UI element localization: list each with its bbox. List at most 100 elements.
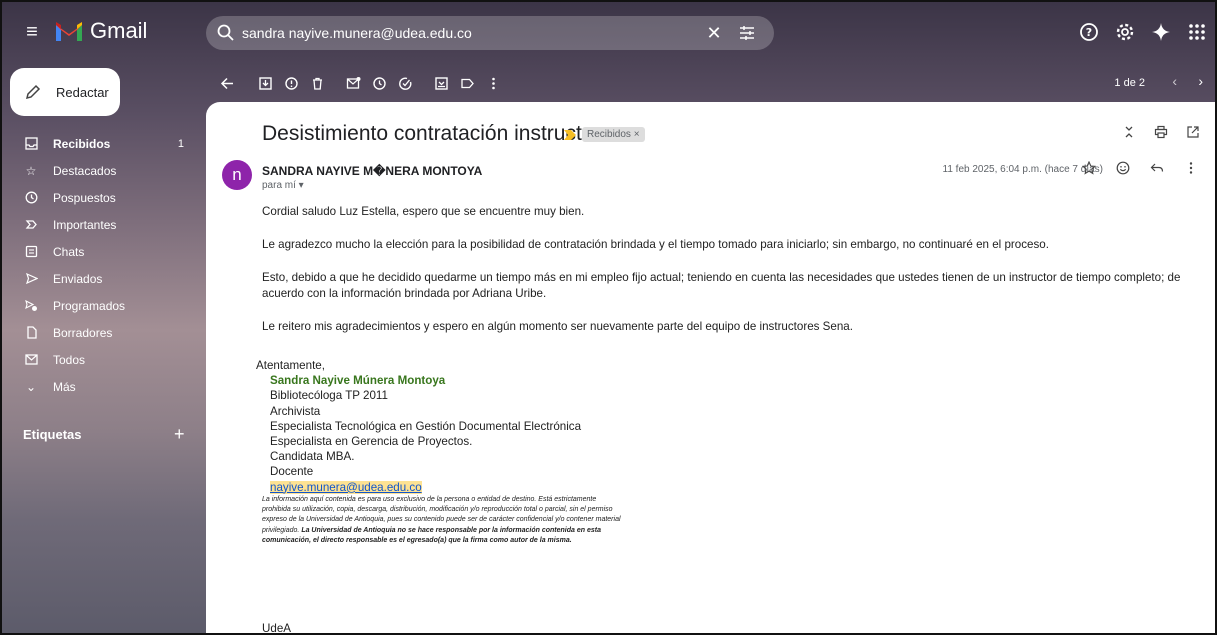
gmail-m-icon (56, 22, 82, 41)
sidebar-item-label: Chats (53, 244, 85, 259)
message-toolbar: 1 de 2 ‹ › (206, 64, 1215, 102)
signature-line: Archivista (270, 404, 321, 418)
open-new-window-icon[interactable] (1185, 124, 1201, 140)
labels-heading: Etiquetas (23, 427, 82, 442)
pencil-icon (25, 84, 41, 100)
compose-label: Redactar (56, 84, 109, 100)
signature-line: Docente (270, 465, 314, 479)
sidebar-item-sent[interactable]: Enviados (0, 265, 200, 292)
sidebar-item-drafts[interactable]: Borradores (0, 319, 200, 346)
search-bar[interactable]: ✕ (206, 16, 774, 50)
search-options-icon[interactable] (738, 24, 756, 42)
sidebar-item-label: Borradores (53, 325, 113, 340)
sidebar-item-label: Importantes (53, 217, 117, 232)
label-tag-icon[interactable] (458, 74, 476, 92)
label-chip-inbox[interactable]: Recibidos × (582, 127, 645, 142)
chat-icon (24, 245, 38, 259)
top-bar: ≡ Gmail ✕ ? (0, 0, 1217, 64)
signature-line: Especialista Tecnológica en Gestión Docu… (270, 419, 582, 433)
message-view: Desistimiento contratación instructor Re… (206, 102, 1215, 635)
archive-icon[interactable] (256, 74, 274, 92)
signature-email-link[interactable]: nayive.munera@udea.edu.co (270, 480, 422, 494)
signature-closing: Atentamente, (256, 359, 325, 372)
important-marker-icon[interactable] (564, 130, 576, 140)
sidebar-item-label: Pospuestos (53, 190, 116, 205)
settings-gear-icon[interactable] (1113, 20, 1137, 44)
svg-text:?: ? (1086, 26, 1092, 39)
move-to-icon[interactable] (432, 74, 450, 92)
snooze-icon[interactable] (370, 74, 388, 92)
sidebar-item-important[interactable]: Importantes (0, 211, 200, 238)
search-icon[interactable] (216, 23, 236, 43)
legal-disclaimer: La información aquí contenida es para us… (262, 495, 622, 546)
subject-actions (1121, 124, 1201, 140)
gmail-wordmark: Gmail (90, 18, 148, 43)
sidebar-item-label: Todos (53, 352, 86, 367)
inbox-unread-count: 1 (177, 137, 184, 150)
important-icon (24, 218, 38, 232)
delete-icon[interactable] (308, 74, 326, 92)
body-paragraph: Le agradezco mucho la elección para la p… (262, 238, 1049, 251)
help-icon[interactable]: ? (1077, 20, 1101, 44)
sidebar-item-label: Enviados (53, 271, 103, 286)
newer-chevron-right-icon[interactable]: › (1198, 73, 1203, 89)
older-chevron-left-icon[interactable]: ‹ (1172, 73, 1177, 89)
signature-line: Especialista en Gerencia de Proyectos. (270, 435, 473, 449)
sidebar-item-scheduled[interactable]: Programados (0, 292, 200, 319)
sidebar-item-chats[interactable]: Chats (0, 238, 200, 265)
reply-icon[interactable] (1149, 160, 1165, 176)
body-paragraph: Cordial saludo Luz Estella, espero que s… (262, 205, 585, 218)
clock-icon (24, 191, 38, 205)
email-signature: Atentamente, Sandra Nayive Múnera Montoy… (256, 358, 582, 495)
sidebar-item-label: Destacados (53, 163, 117, 178)
gemini-sparkle-icon[interactable] (1149, 20, 1173, 44)
main-menu-icon[interactable]: ≡ (22, 22, 42, 42)
clear-search-icon[interactable]: ✕ (704, 23, 724, 44)
emoji-reaction-icon[interactable] (1115, 160, 1131, 176)
sidebar-item-snoozed[interactable]: Pospuestos (0, 184, 200, 211)
all-mail-icon (24, 353, 38, 367)
email-body: Cordial saludo Luz Estella, espero que s… (262, 204, 1192, 352)
more-options-icon[interactable] (484, 74, 502, 92)
report-spam-icon[interactable] (282, 74, 300, 92)
body-paragraph: Esto, debido a que he decidido quedarme … (262, 271, 1181, 300)
sidebar-item-label: Programados (53, 298, 126, 313)
apps-grid-icon[interactable] (1185, 20, 1209, 44)
back-arrow-icon[interactable] (218, 74, 236, 92)
print-icon[interactable] (1153, 124, 1169, 140)
sidebar-nav: Recibidos 1 ☆ Destacados Pospuestos Impo… (0, 130, 200, 400)
gmail-logo[interactable]: Gmail (54, 18, 147, 44)
compose-button[interactable]: Redactar (10, 68, 120, 116)
sidebar-item-label: Recibidos (53, 136, 111, 151)
sidebar-item-starred[interactable]: ☆ Destacados (0, 157, 200, 184)
star-icon[interactable] (1081, 160, 1097, 176)
more-vert-icon[interactable] (1183, 160, 1199, 176)
add-task-icon[interactable] (396, 74, 414, 92)
expand-all-icon[interactable] (1121, 124, 1137, 140)
chevron-down-icon: ⌄ (25, 379, 37, 394)
message-date: 11 feb 2025, 6:04 p.m. (hace 7 días) (942, 164, 1103, 175)
inbox-icon (24, 137, 38, 151)
sender-name[interactable]: SANDRA NAYIVE M�NERA MONTOYA (262, 164, 482, 178)
disclaimer-bold-text: La Universidad de Antioquia no se hace r… (262, 526, 601, 544)
star-icon: ☆ (25, 163, 37, 178)
body-paragraph: Le reitero mis agradecimientos y espero … (262, 320, 853, 333)
signature-name: Sandra Nayive Múnera Montoya (270, 374, 446, 388)
sidebar-item-more[interactable]: ⌄ Más (0, 373, 200, 400)
mark-unread-icon[interactable] (344, 74, 362, 92)
signature-line: Candidata MBA. (270, 450, 355, 464)
draft-icon (24, 326, 38, 340)
email-subject: Desistimiento contratación instructor (262, 122, 601, 145)
search-input[interactable] (242, 25, 702, 41)
avatar[interactable]: n (222, 160, 252, 190)
add-label-icon[interactable]: + (174, 424, 185, 445)
sidebar-item-all-mail[interactable]: Todos (0, 346, 200, 373)
header-actions: ? (1077, 20, 1209, 44)
signature-line: Bibliotecóloga TP 2011 (270, 389, 388, 403)
send-icon (24, 272, 38, 286)
scheduled-icon (24, 299, 38, 313)
footer-text: UdeA (262, 622, 292, 635)
recipient-details[interactable]: para mí ▾ (262, 180, 304, 191)
pagination-count: 1 de 2 (1114, 77, 1145, 89)
sidebar-item-inbox[interactable]: Recibidos 1 (0, 130, 200, 157)
